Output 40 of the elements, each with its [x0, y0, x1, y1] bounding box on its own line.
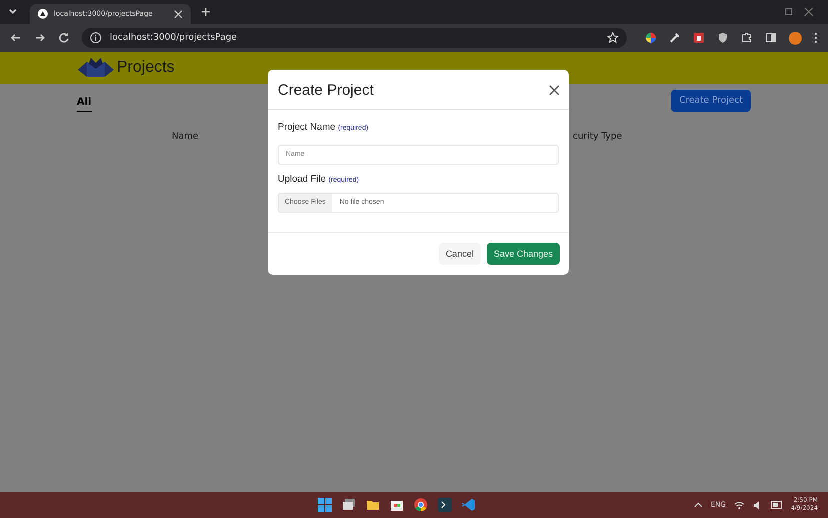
- forward-icon[interactable]: [34, 32, 46, 44]
- menu-icon[interactable]: [814, 32, 818, 44]
- close-window-icon[interactable]: [804, 7, 814, 17]
- cancel-button[interactable]: Cancel: [438, 242, 481, 264]
- back-icon[interactable]: [10, 32, 22, 44]
- field-label: Project Name: [278, 122, 336, 133]
- filter-tab[interactable]: All: [77, 93, 92, 112]
- dialog-title: Create Project: [278, 82, 374, 99]
- reload-icon[interactable]: [58, 32, 70, 44]
- extension-icon[interactable]: [693, 32, 705, 44]
- app-logo-icon: [38, 9, 48, 19]
- side-panel-icon[interactable]: [765, 32, 777, 44]
- create-project-button[interactable]: Create Project: [671, 90, 751, 112]
- close-icon[interactable]: [549, 85, 560, 96]
- folder-icon[interactable]: [366, 498, 380, 512]
- new-tab-icon[interactable]: [201, 7, 211, 17]
- code-editor-icon[interactable]: [462, 498, 476, 512]
- restore-icon[interactable]: [784, 7, 794, 17]
- field-label: Upload File: [278, 174, 326, 184]
- battery-icon[interactable]: [771, 501, 784, 509]
- color-wheel-icon[interactable]: [645, 32, 657, 44]
- store-icon[interactable]: [390, 498, 404, 512]
- address-bar[interactable]: localhost:3000/projectsPage: [82, 28, 627, 48]
- column-header: curity Type: [573, 132, 622, 142]
- chrome-icon[interactable]: [414, 498, 428, 512]
- eyedropper-icon[interactable]: [669, 32, 681, 44]
- page-title: Projects: [117, 59, 175, 77]
- shield-icon[interactable]: [717, 32, 729, 44]
- puzzle-icon[interactable]: [741, 32, 753, 44]
- start-icon[interactable]: [318, 498, 332, 512]
- logo-icon: [78, 58, 114, 78]
- info-icon[interactable]: [90, 32, 102, 44]
- column-header: Name: [172, 132, 199, 142]
- star-icon[interactable]: [607, 32, 619, 44]
- avatar-icon[interactable]: [789, 32, 802, 44]
- terminal-icon[interactable]: [438, 498, 452, 512]
- wifi-icon[interactable]: [734, 500, 746, 510]
- save-button[interactable]: Save Changes: [486, 242, 560, 264]
- chevron-up-icon[interactable]: [694, 500, 703, 510]
- task-view-icon[interactable]: [342, 498, 356, 512]
